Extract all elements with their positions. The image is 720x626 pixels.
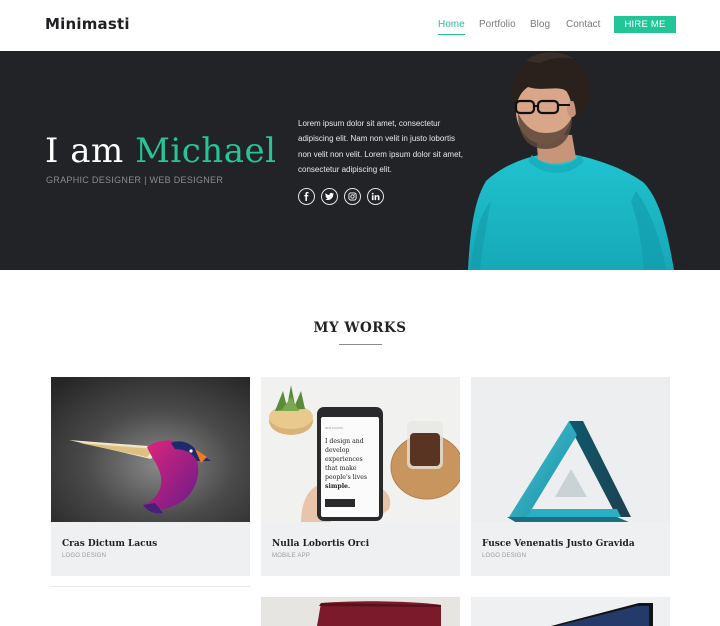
nav-portfolio-link[interactable]: Portfolio — [479, 19, 516, 30]
svg-text:experiences: experiences — [325, 456, 363, 463]
card-title[interactable]: Fusce Venenatis Justo Gravida — [482, 539, 635, 549]
card-category: LOGO DESIGN — [62, 553, 107, 559]
hero-section: I am Michael GRAPHIC DESIGNER | WEB DESI… — [0, 51, 720, 270]
portfolio-card[interactable]: Fusce Venenatis Justo Gravida LOGO DESIG… — [471, 377, 670, 576]
card-thumbnail-phone: BEN DAVIES I design and develop experien… — [261, 377, 460, 522]
svg-text:develop: develop — [325, 447, 349, 454]
hero-title-prefix: I am — [45, 131, 124, 171]
card-caption: Nulla Lobortis Orci MOBILE APP — [261, 522, 460, 576]
portfolio-card-partial[interactable] — [51, 586, 250, 626]
svg-text:BEN DAVIES: BEN DAVIES — [325, 426, 343, 430]
card-category: LOGO DESIGN — [482, 553, 527, 559]
card-title[interactable]: Cras Dictum Lacus — [62, 539, 157, 549]
nav-home-link[interactable]: Home — [438, 19, 465, 35]
section-divider — [339, 344, 382, 345]
svg-text:that make: that make — [325, 465, 357, 472]
section-title: MY WORKS — [313, 320, 407, 336]
hire-me-button[interactable]: HIRE ME — [614, 16, 676, 33]
instagram-icon[interactable] — [344, 188, 361, 205]
twitter-icon[interactable] — [321, 188, 338, 205]
portfolio-card[interactable]: BEN DAVIES I design and develop experien… — [261, 377, 460, 576]
svg-text:simple.: simple. — [325, 483, 350, 490]
card-caption: Fusce Venenatis Justo Gravida LOGO DESIG… — [471, 522, 670, 576]
svg-text:people's lives: people's lives — [325, 474, 367, 481]
card-thumbnail-bird-logo — [51, 377, 250, 522]
linkedin-icon[interactable] — [367, 188, 384, 205]
card-title[interactable]: Nulla Lobortis Orci — [272, 539, 369, 549]
facebook-icon[interactable] — [298, 188, 315, 205]
hero-subtitle: GRAPHIC DESIGNER | WEB DESIGNER — [46, 175, 224, 185]
portfolio-card-partial[interactable] — [261, 597, 460, 626]
svg-text:I design and: I design and — [325, 438, 364, 445]
portfolio-card[interactable]: Cras Dictum Lacus LOGO DESIGN — [51, 377, 250, 576]
portfolio-card-partial[interactable] — [471, 597, 670, 626]
card-thumbnail-triangle-logo — [471, 377, 670, 522]
hero-title: I am Michael — [45, 131, 276, 171]
hero-paragraph: Lorem ipsum dolor sit amet, consectetur … — [298, 119, 463, 174]
profile-photo — [468, 52, 674, 270]
nav-contact-link[interactable]: Contact — [566, 19, 600, 30]
hero-title-name: Michael — [135, 131, 277, 171]
card-category: MOBILE APP — [272, 553, 311, 559]
social-links — [298, 188, 384, 205]
top-navbar: Minimasti Home Portfolio Blog Contact HI… — [0, 0, 720, 51]
site-logo[interactable]: Minimasti — [45, 15, 130, 33]
nav-blog-link[interactable]: Blog — [530, 19, 550, 30]
card-caption: Cras Dictum Lacus LOGO DESIGN — [51, 522, 250, 576]
